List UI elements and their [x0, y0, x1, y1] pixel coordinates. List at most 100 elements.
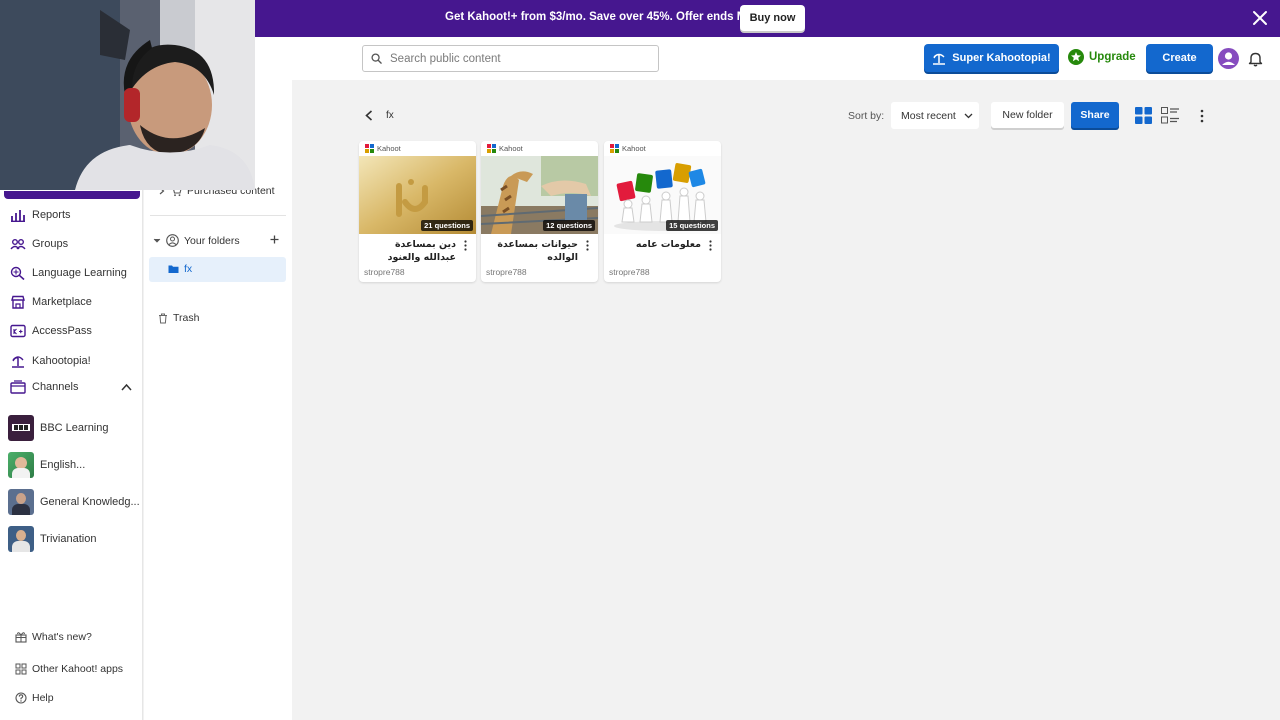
sidebar-item-language-learning[interactable]: Language Learning — [10, 266, 127, 280]
sort-value: Most recent — [901, 109, 956, 122]
other-apps-label: Other Kahoot! apps — [32, 663, 124, 675]
breadcrumb: fx — [386, 110, 394, 121]
channel-thumbnail — [8, 489, 34, 515]
channel-thumbnail — [8, 452, 34, 478]
sidebar-item-label: Language Learning — [32, 267, 127, 279]
kahoot-logo-icon — [365, 144, 374, 153]
card-author: stropre788 — [364, 267, 405, 277]
your-folders-label: Your folders — [184, 234, 240, 247]
create-button[interactable]: Create — [1146, 44, 1213, 72]
star-badge-icon — [1068, 49, 1084, 65]
trash-icon — [159, 313, 167, 323]
help-link[interactable]: Help — [15, 692, 54, 704]
kahoot-card[interactable]: 12 questions Kahoot حيوانات بمساعدة الوا… — [481, 141, 598, 282]
user-circle-icon — [166, 234, 179, 247]
sidebar-item-label: Channels — [32, 381, 79, 393]
card-thumbnail: 15 questions — [604, 156, 721, 234]
back-arrow-icon[interactable] — [364, 110, 374, 121]
sidebar-item-label: Kahootopia! — [32, 355, 91, 367]
add-folder-icon[interactable] — [270, 235, 279, 244]
other-apps-link[interactable]: Other Kahoot! apps — [15, 663, 123, 675]
sidebar-item-reports[interactable]: Reports — [10, 208, 71, 222]
buy-now-button[interactable]: Buy now — [740, 5, 805, 31]
card-thumbnail: 21 questions — [359, 156, 476, 234]
your-folders-item[interactable]: Your folders — [153, 234, 240, 247]
channel-item[interactable]: English... — [8, 452, 85, 478]
upgrade-label: Upgrade — [1089, 51, 1136, 63]
questions-badge: 21 questions — [421, 220, 473, 231]
search-icon — [371, 53, 382, 64]
sidebar-item-groups[interactable]: Groups — [10, 237, 68, 251]
card-title: دين بمساعدة عبدالله والعنود — [387, 239, 456, 263]
folder-icon — [168, 265, 179, 273]
more-options-icon[interactable] — [1199, 108, 1205, 124]
kahoot-logo-icon — [487, 144, 496, 153]
card-menu-icon[interactable] — [464, 240, 467, 251]
card-brand: Kahoot — [365, 144, 401, 153]
sidebar-item-accesspass[interactable]: AccessPass — [10, 324, 92, 338]
whats-new-link[interactable]: What's new? — [15, 631, 92, 643]
island-icon — [933, 53, 946, 65]
language-icon — [10, 266, 25, 280]
sidebar-item-label: AccessPass — [32, 325, 92, 337]
card-brand: Kahoot — [487, 144, 523, 153]
chevron-down-icon — [153, 238, 161, 243]
kahoot-logo-icon — [610, 144, 619, 153]
super-kahootopia-label: Super Kahootopia! — [952, 52, 1051, 64]
channels-icon — [10, 380, 26, 394]
gift-icon — [15, 632, 27, 643]
kahoot-card[interactable]: 15 questions Kahoot معلومات عامه stropre… — [604, 141, 721, 282]
questions-badge: 15 questions — [666, 220, 718, 231]
chevron-up-icon[interactable] — [121, 383, 132, 391]
webcam-image — [0, 0, 255, 190]
sidebar-item-kahootopia[interactable]: Kahootopia! — [10, 354, 91, 368]
card-menu-icon[interactable] — [709, 240, 712, 251]
list-view-icon[interactable] — [1161, 107, 1179, 124]
chevron-down-icon — [964, 113, 973, 118]
island-icon — [12, 356, 24, 368]
channel-item[interactable]: Trivianation — [8, 526, 96, 552]
grid-view-icon[interactable] — [1135, 107, 1152, 124]
sidebar-item-label: Marketplace — [32, 296, 92, 308]
super-kahootopia-button[interactable]: Super Kahootopia! — [924, 44, 1059, 72]
channel-name: BBC Learning — [40, 422, 109, 434]
trash-label: Trash — [173, 312, 200, 324]
questions-badge: 12 questions — [543, 220, 595, 231]
channel-item[interactable]: General Knowledg... — [8, 489, 140, 515]
upgrade-link[interactable]: Upgrade — [1068, 49, 1136, 65]
share-button[interactable]: Share — [1071, 102, 1119, 128]
kahoot-card[interactable]: 21 questions Kahoot دين بمساعدة عبدالله … — [359, 141, 476, 282]
bell-icon[interactable] — [1248, 51, 1263, 67]
sort-dropdown[interactable]: Most recent — [891, 102, 979, 129]
sidebar-item-label: Reports — [32, 209, 71, 221]
search-input[interactable] — [390, 52, 640, 65]
folder-label: fx — [184, 263, 193, 275]
card-thumbnail: 12 questions — [481, 156, 598, 234]
groups-icon — [10, 239, 26, 250]
trash-item[interactable]: Trash — [158, 312, 199, 324]
channel-item[interactable]: BBC Learning — [8, 415, 109, 441]
card-author: stropre788 — [609, 267, 650, 277]
card-title: حيوانات بمساعدة الوالده — [497, 239, 578, 263]
divider — [150, 215, 286, 216]
channel-thumbnail — [8, 526, 34, 552]
chart-bar-icon — [11, 210, 25, 222]
webcam-overlay — [0, 0, 255, 190]
help-icon — [15, 692, 27, 704]
search-box[interactable] — [362, 45, 659, 72]
whats-new-label: What's new? — [32, 631, 92, 643]
sidebar-item-channels[interactable]: Channels — [10, 380, 78, 394]
sort-by-label: Sort by: — [848, 110, 885, 122]
card-brand: Kahoot — [610, 144, 646, 153]
new-folder-button[interactable]: New folder — [991, 102, 1064, 128]
card-menu-icon[interactable] — [586, 240, 589, 251]
channel-name: Trivianation — [40, 533, 97, 545]
sidebar-item-marketplace[interactable]: Marketplace — [10, 295, 92, 309]
avatar[interactable] — [1218, 48, 1239, 69]
channel-name: General Knowledg... — [40, 496, 140, 508]
close-icon[interactable] — [1252, 10, 1268, 26]
folder-item-fx[interactable]: fx — [168, 263, 192, 275]
channel-name: English... — [40, 459, 86, 471]
card-brand-label: Kahoot — [377, 144, 401, 153]
apps-grid-icon — [15, 663, 27, 675]
